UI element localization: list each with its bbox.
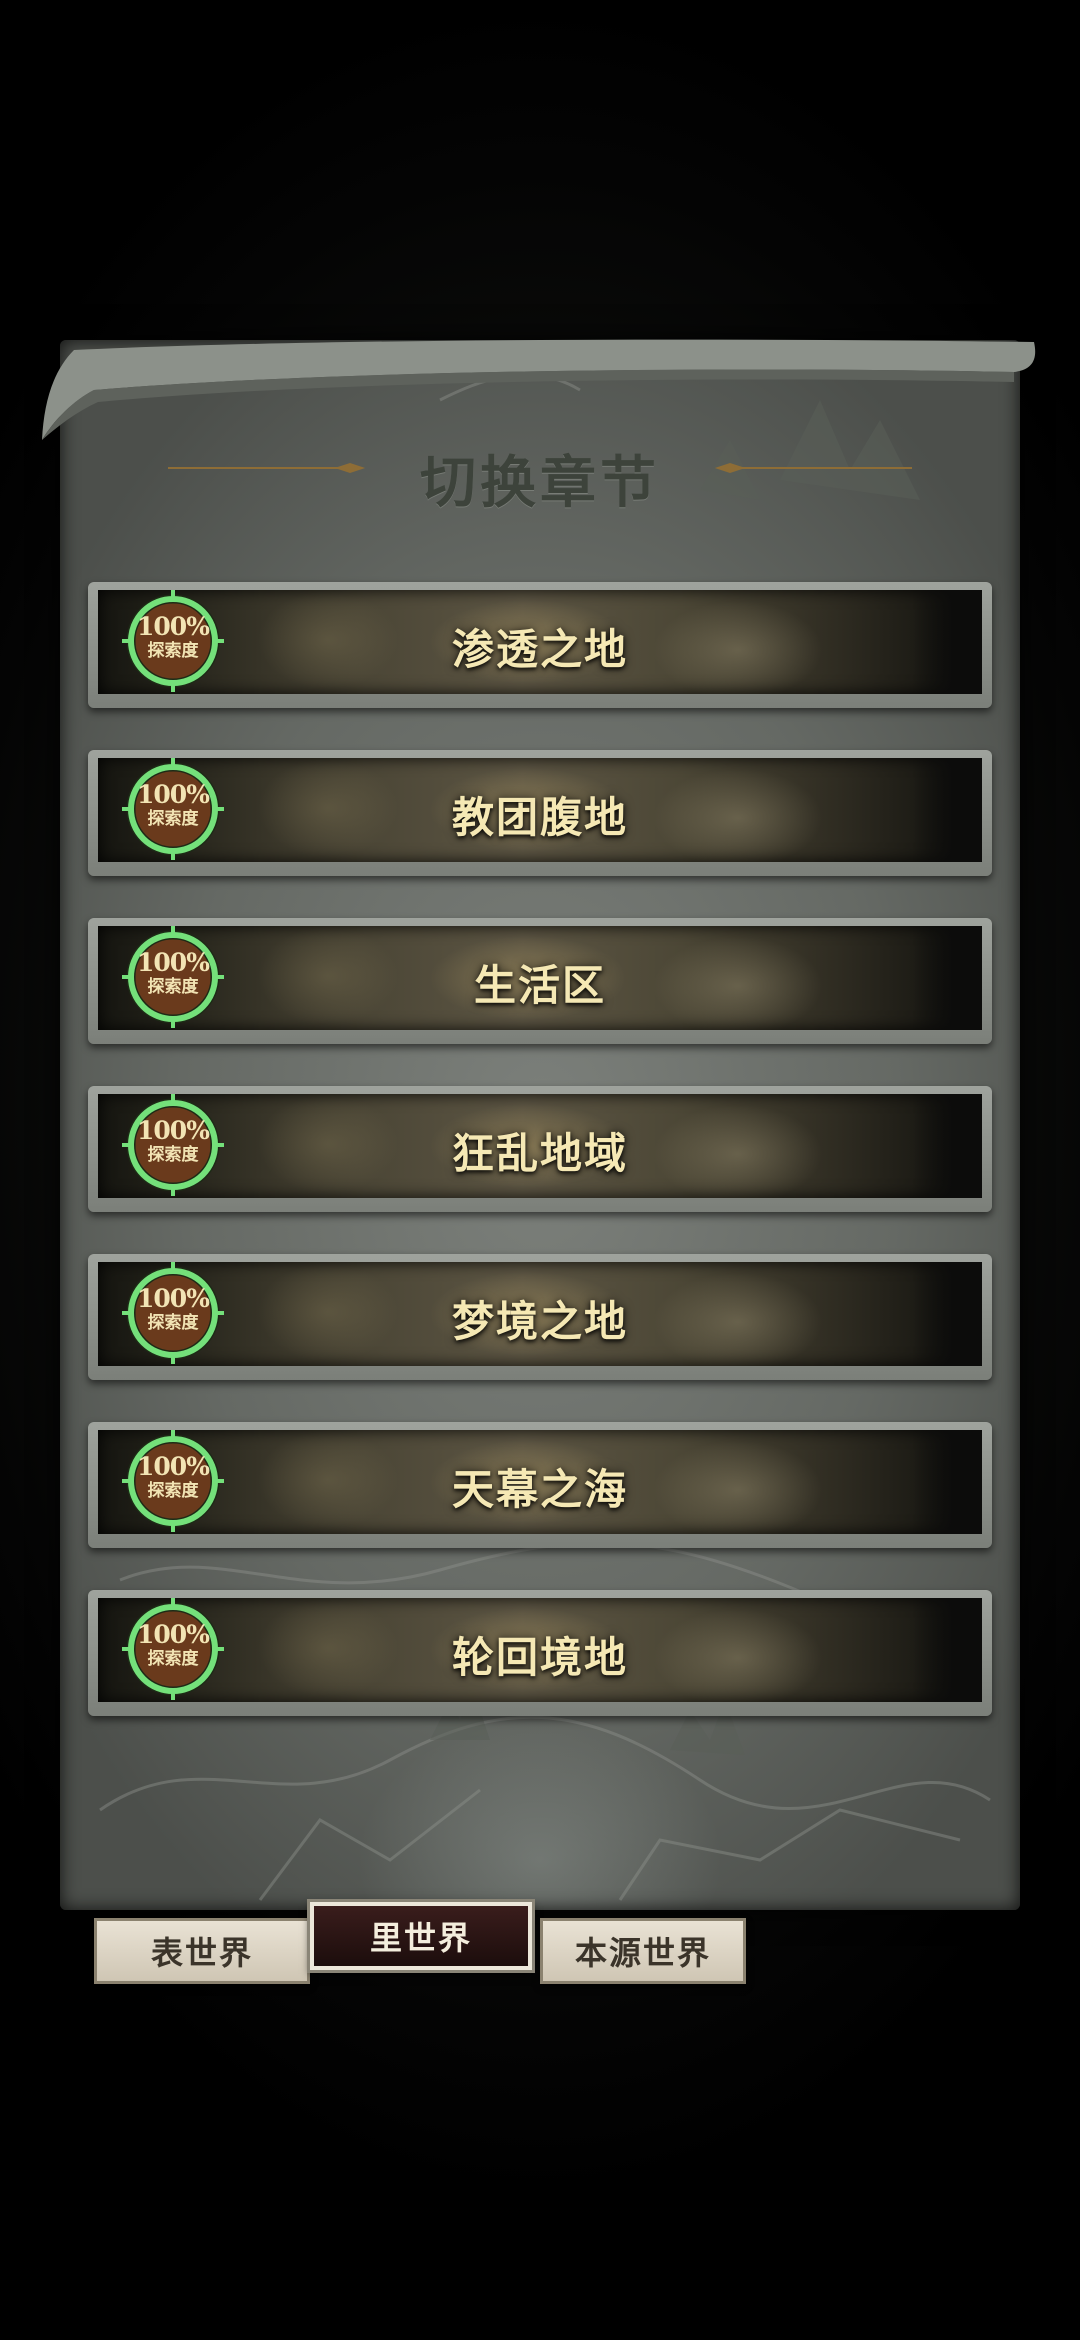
chapter-row-1[interactable]: 100% 探索度 渗透之地 — [88, 582, 992, 708]
scroll-curl-top — [42, 339, 1036, 440]
world-tab-1[interactable]: 表世界 — [94, 1918, 310, 1984]
chapter-name: 狂乱地域 — [451, 1129, 628, 1178]
chapter-row-2[interactable]: 100% 探索度 教团腹地 — [88, 750, 992, 876]
chapter-row-3[interactable]: 100% 探索度 生活区 — [88, 918, 992, 1044]
world-tab-3[interactable]: 本源世界 — [540, 1918, 746, 1984]
chapter-row-6[interactable]: 100% 探索度 天幕之海 — [88, 1422, 992, 1548]
world-tab-2[interactable]: 里世界 — [310, 1902, 532, 1970]
chapter-row-5[interactable]: 100% 探索度 梦境之地 — [88, 1254, 992, 1380]
chapter-name: 天幕之海 — [451, 1465, 628, 1514]
world-tab-label: 表世界 — [150, 1934, 253, 1972]
chapter-row-4[interactable]: 100% 探索度 狂乱地域 — [88, 1086, 992, 1212]
game-screen: 切换章节 100% 探索度 渗透之地 100% 探索度 教团腹地 100% 探索… — [0, 0, 1080, 2340]
chapter-name: 教团腹地 — [451, 793, 628, 842]
panel-title: 切换章节 — [420, 450, 660, 516]
chapter-name: 生活区 — [473, 961, 606, 1010]
chapter-row-7[interactable]: 100% 探索度 轮回境地 — [88, 1590, 992, 1716]
world-tab-label: 本源世界 — [574, 1934, 711, 1972]
world-tab-label: 里世界 — [369, 1919, 472, 1957]
chapter-name: 轮回境地 — [451, 1633, 628, 1682]
chapter-name: 梦境之地 — [451, 1297, 628, 1346]
chapter-name: 渗透之地 — [451, 625, 628, 674]
